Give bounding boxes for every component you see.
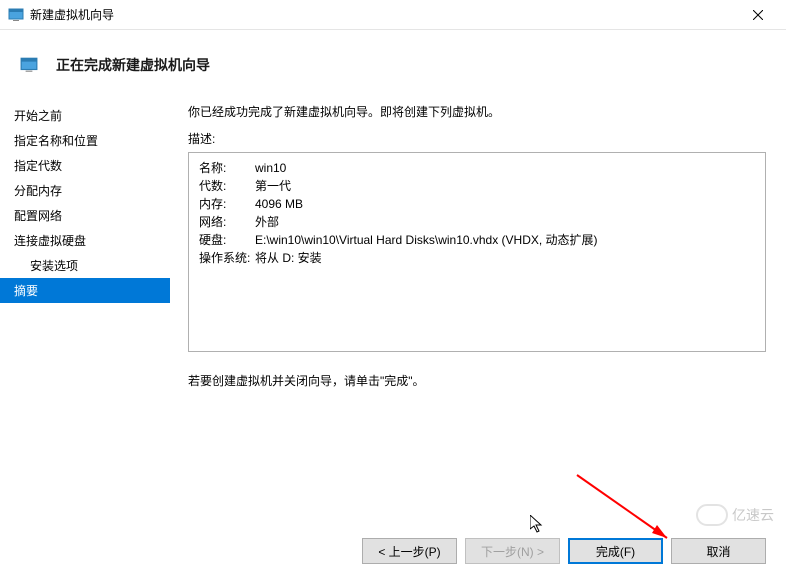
- sidebar-item-network[interactable]: 配置网络: [0, 203, 170, 228]
- summary-row-generation: 代数: 第一代: [199, 177, 755, 195]
- summary-val: 第一代: [255, 177, 755, 195]
- summary-key: 操作系统:: [199, 249, 255, 267]
- wizard-title: 正在完成新建虚拟机向导: [56, 55, 210, 75]
- main-panel: 你已经成功完成了新建虚拟机向导。即将创建下列虚拟机。 描述: 名称: win10…: [170, 95, 786, 520]
- watermark-text: 亿速云: [732, 505, 774, 525]
- close-button[interactable]: [738, 1, 778, 29]
- footer-text: 若要创建虚拟机并关闭向导，请单击"完成"。: [188, 372, 766, 389]
- cloud-icon: [696, 504, 728, 526]
- watermark: 亿速云: [696, 504, 774, 526]
- summary-box: 名称: win10 代数: 第一代 内存: 4096 MB 网络: 外部 硬盘:…: [188, 152, 766, 352]
- titlebar: 新建虚拟机向导: [0, 0, 786, 30]
- content-area: 开始之前 指定名称和位置 指定代数 分配内存 配置网络 连接虚拟硬盘 安装选项 …: [0, 95, 786, 520]
- sidebar-item-install[interactable]: 安装选项: [0, 253, 170, 278]
- wizard-sidebar: 开始之前 指定名称和位置 指定代数 分配内存 配置网络 连接虚拟硬盘 安装选项 …: [0, 95, 170, 520]
- titlebar-left: 新建虚拟机向导: [8, 6, 114, 23]
- summary-key: 硬盘:: [199, 231, 255, 249]
- sidebar-item-generation[interactable]: 指定代数: [0, 153, 170, 178]
- wizard-header: 正在完成新建虚拟机向导: [0, 30, 786, 95]
- summary-val: 将从 D: 安装: [255, 249, 755, 267]
- summary-row-os: 操作系统: 将从 D: 安装: [199, 249, 755, 267]
- summary-val: 4096 MB: [255, 195, 755, 213]
- description-label: 描述:: [188, 130, 766, 147]
- sidebar-item-name[interactable]: 指定名称和位置: [0, 128, 170, 153]
- summary-key: 网络:: [199, 213, 255, 231]
- cancel-button[interactable]: 取消: [671, 538, 766, 564]
- summary-row-network: 网络: 外部: [199, 213, 755, 231]
- summary-row-name: 名称: win10: [199, 159, 755, 177]
- button-bar: < 上一步(P) 下一步(N) > 完成(F) 取消: [362, 538, 766, 564]
- summary-key: 内存:: [199, 195, 255, 213]
- sidebar-item-summary[interactable]: 摘要: [0, 278, 170, 303]
- summary-val: win10: [255, 159, 755, 177]
- summary-val: E:\win10\win10\Virtual Hard Disks\win10.…: [255, 231, 755, 249]
- finish-button[interactable]: 完成(F): [568, 538, 663, 564]
- sidebar-item-start[interactable]: 开始之前: [0, 103, 170, 128]
- sidebar-item-disk[interactable]: 连接虚拟硬盘: [0, 228, 170, 253]
- summary-row-memory: 内存: 4096 MB: [199, 195, 755, 213]
- intro-text: 你已经成功完成了新建虚拟机向导。即将创建下列虚拟机。: [188, 103, 766, 120]
- next-button: 下一步(N) >: [465, 538, 560, 564]
- summary-val: 外部: [255, 213, 755, 231]
- wizard-icon: [20, 56, 38, 74]
- prev-button[interactable]: < 上一步(P): [362, 538, 457, 564]
- summary-key: 代数:: [199, 177, 255, 195]
- summary-row-disk: 硬盘: E:\win10\win10\Virtual Hard Disks\wi…: [199, 231, 755, 249]
- window-title: 新建虚拟机向导: [30, 6, 114, 23]
- app-icon: [8, 7, 24, 23]
- summary-key: 名称:: [199, 159, 255, 177]
- sidebar-item-memory[interactable]: 分配内存: [0, 178, 170, 203]
